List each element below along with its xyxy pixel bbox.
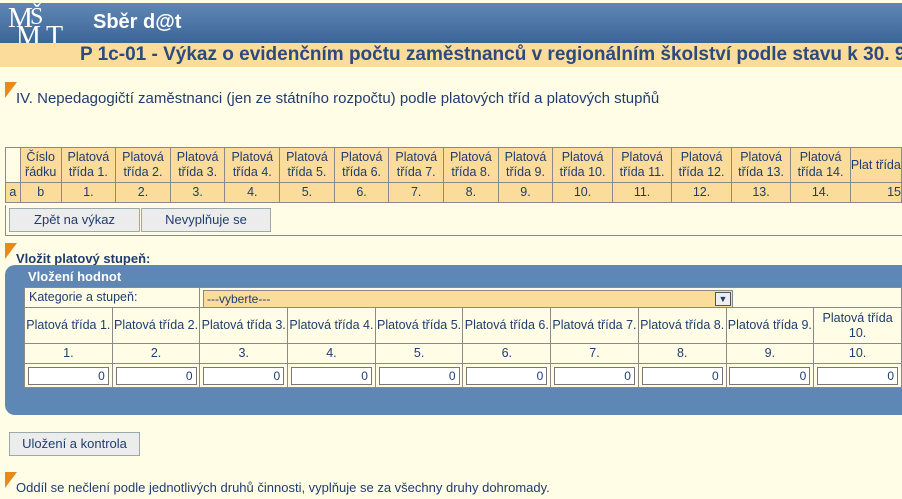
footer-note: Oddíl se nečlení podle jednotlivých druh…: [16, 480, 550, 495]
form-column-header: Platová třída 4.: [287, 307, 376, 344]
grid-header: Platová třída 9.: [497, 147, 554, 183]
grid-header: Platová třída 11.: [611, 147, 673, 183]
insert-heading: Vložit platový stupeň:: [16, 251, 151, 266]
grid-number: 3.: [169, 182, 226, 203]
save-and-check-button[interactable]: Uložení a kontrola: [9, 432, 140, 456]
grid-number: 1.: [60, 182, 117, 203]
form-column-number: 6.: [462, 343, 552, 364]
grid-number: a: [5, 182, 21, 203]
grid-header: Platová třída 3.: [169, 147, 226, 183]
value-input-10[interactable]: 0: [817, 366, 899, 385]
grid-header: Platová třída 4.: [224, 147, 281, 183]
grid-number: 13.: [730, 182, 792, 203]
form-column-header: Platová třída 7.: [550, 307, 639, 344]
value-cell: 0: [24, 363, 113, 388]
form-column-number: 4.: [287, 343, 376, 364]
form-column-header: Platová třída 1.: [24, 307, 113, 344]
value-input-6[interactable]: 0: [466, 366, 548, 385]
grid-header: Platová třída 5.: [279, 147, 335, 183]
grid-number: 11.: [611, 182, 673, 203]
summary-grid: Číslo řádku Platová třída 1. Platová tří…: [5, 147, 902, 203]
report-title-bar: P 1c-01 - Výkaz o evidenčním počtu zaměs…: [0, 43, 902, 67]
form-column-header: Platová třída 9.: [725, 307, 815, 344]
grid-number: 7.: [388, 182, 445, 203]
grid-number: 4.: [224, 182, 281, 203]
value-cell: 0: [111, 363, 201, 388]
value-cell: 0: [813, 363, 902, 388]
grid-header: Platová třída 14.: [790, 147, 851, 183]
grid-number: 10.: [552, 182, 613, 203]
category-select[interactable]: ---vyberte--- ▼: [203, 290, 733, 308]
form-column-header: Platová třída 2.: [111, 307, 201, 344]
value-input-9[interactable]: 0: [729, 366, 811, 385]
value-cell: 0: [725, 363, 815, 388]
value-input-5[interactable]: 0: [378, 366, 460, 385]
report-title: P 1c-01 - Výkaz o evidenčním počtu zaměs…: [80, 44, 902, 65]
form-column-header: Platová třída 3.: [199, 307, 289, 344]
grid-corner: [5, 147, 21, 183]
value-input-8[interactable]: 0: [641, 366, 723, 385]
grid-header: Platová třída 1.: [60, 147, 117, 183]
grid-header: Číslo řádku: [19, 147, 62, 183]
grid-number: 14.: [790, 182, 851, 203]
form-column-header: Platová třída 10.: [813, 307, 902, 344]
value-input-1[interactable]: 0: [27, 366, 109, 385]
grid-header: Platová třída 13.: [730, 147, 792, 183]
grid-number: 15: [849, 182, 902, 203]
not-filled-button[interactable]: Nevyplňuje se: [141, 208, 271, 232]
chevron-down-icon[interactable]: ▼: [715, 292, 731, 306]
form-column-number: 7.: [550, 343, 639, 364]
value-input-3[interactable]: 0: [203, 366, 285, 385]
value-cell: 0: [374, 363, 464, 388]
grid-number: b: [19, 182, 62, 203]
grid-header: Platová třída 2.: [115, 147, 171, 183]
grid-header: Platová třída 8.: [443, 147, 499, 183]
grid-number: 2.: [115, 182, 171, 203]
section-heading: IV. Nepedagogičtí zaměstnanci (jen ze st…: [16, 90, 660, 107]
back-to-report-button[interactable]: Zpět na výkaz: [9, 208, 140, 232]
form-column-number: 2.: [111, 343, 201, 364]
value-cell: 0: [287, 363, 376, 388]
grid-number: 12.: [671, 182, 732, 203]
value-input-7[interactable]: 0: [553, 366, 635, 385]
value-input-4[interactable]: 0: [290, 366, 372, 385]
grid-header: Platová třída 6.: [333, 147, 390, 183]
app-header: M Š M T Sběr d@t P 1c-01 - Výkaz o evide…: [0, 3, 902, 67]
form-column-header: Platová třída 5.: [374, 307, 464, 344]
grid-button-row: Zpět na výkaz Nevyplňuje se: [5, 205, 902, 236]
value-cell: 0: [637, 363, 727, 388]
value-cell: 0: [199, 363, 289, 388]
form-column-number: 1.: [24, 343, 113, 364]
form-column-header: Platová třída 6.: [462, 307, 552, 344]
form-column-number: 9.: [725, 343, 815, 364]
grid-header: Platová třída 7.: [388, 147, 445, 183]
grid-number: 9.: [497, 182, 554, 203]
category-select-value: ---vyberte---: [207, 292, 271, 306]
msmt-logo: M Š M T: [8, 3, 64, 52]
form-column-number: 3.: [199, 343, 289, 364]
category-label: Kategorie a stupeň:: [23, 287, 201, 308]
value-input-2[interactable]: 0: [115, 366, 197, 385]
app-name: Sběr d@t: [93, 11, 182, 33]
form-column-number: 8.: [637, 343, 727, 364]
grid-number: 5.: [279, 182, 335, 203]
form-column-number: 10.: [813, 343, 902, 364]
grid-header: Plat třída: [849, 147, 902, 183]
grid-header: Platová třída 10.: [552, 147, 613, 183]
grid-header: Platová třída 12.: [671, 147, 732, 183]
value-cell: 0: [550, 363, 639, 388]
panel-title: Vložení hodnot: [28, 269, 122, 284]
form-column-header: Platová třída 8.: [637, 307, 727, 344]
form-column-number: 5.: [374, 343, 464, 364]
value-cell: 0: [462, 363, 552, 388]
grid-number: 6.: [333, 182, 390, 203]
grid-number: 8.: [443, 182, 499, 203]
